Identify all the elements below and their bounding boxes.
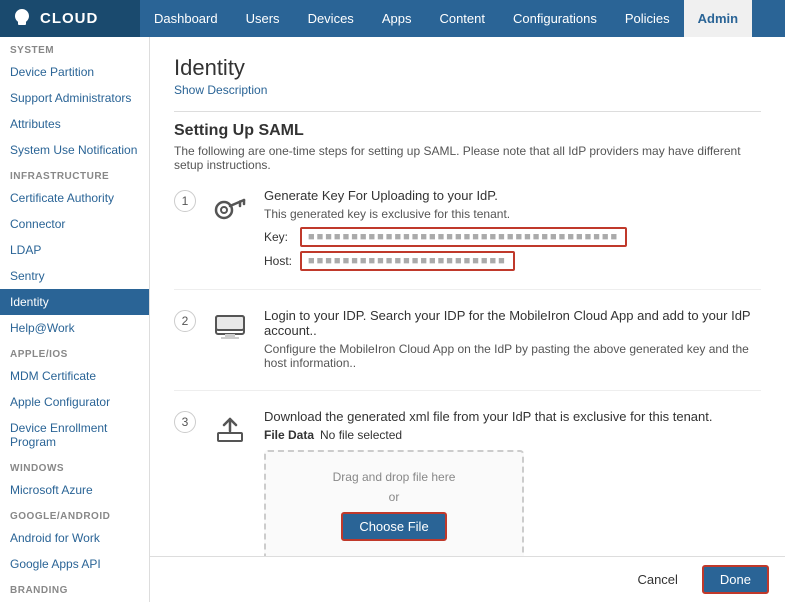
sidebar-item-connector[interactable]: Connector bbox=[0, 211, 149, 237]
nav-content[interactable]: Content bbox=[425, 0, 499, 37]
sidebar-item-certificate-authority[interactable]: Certificate Authority bbox=[0, 185, 149, 211]
sidebar-section-system: SYSTEM bbox=[0, 37, 149, 59]
drop-zone[interactable]: Drag and drop file here or Choose File bbox=[264, 450, 524, 561]
main-layout: SYSTEM Device Partition Support Administ… bbox=[0, 37, 785, 602]
step-1-row: 1 Generate Key For Uploading to your IdP… bbox=[174, 188, 761, 290]
sidebar-item-ldap[interactable]: LDAP bbox=[0, 237, 149, 263]
content-area: Identity Show Description Setting Up SAM… bbox=[150, 37, 785, 602]
sidebar-item-helpatwork[interactable]: Help@Work bbox=[0, 315, 149, 341]
monitor-icon bbox=[212, 310, 248, 346]
sidebar-section-apple: APPLE/IOS bbox=[0, 341, 149, 363]
section-title: Setting Up SAML bbox=[174, 122, 761, 140]
sidebar-item-mdm-certificate[interactable]: MDM Certificate bbox=[0, 363, 149, 389]
section-divider bbox=[174, 111, 761, 112]
sidebar-item-identity[interactable]: Identity bbox=[0, 289, 149, 315]
host-label: Host: bbox=[264, 254, 296, 268]
nav-dashboard[interactable]: Dashboard bbox=[140, 0, 232, 37]
step-2-icon bbox=[210, 310, 250, 346]
key-field-row: Key: ■■■■■■■■■■■■■■■■■■■■■■■■■■■■■■■■■■■… bbox=[264, 227, 761, 247]
nav-devices[interactable]: Devices bbox=[294, 0, 368, 37]
nav-items: Dashboard Users Devices Apps Content Con… bbox=[140, 0, 785, 37]
key-icon bbox=[212, 190, 248, 226]
host-value[interactable]: ■■■■■■■■■■■■■■■■■■■■■■■ bbox=[300, 251, 515, 271]
step-1-content: Generate Key For Uploading to your IdP. … bbox=[264, 188, 761, 275]
page-title: Identity bbox=[174, 55, 761, 81]
step-2-number: 2 bbox=[174, 310, 196, 332]
sidebar-item-system-notification[interactable]: System Use Notification bbox=[0, 137, 149, 163]
file-data-value: No file selected bbox=[320, 428, 402, 442]
sidebar-section-branding: BRANDING bbox=[0, 577, 149, 599]
step-1-icon bbox=[210, 190, 250, 226]
bottom-bar: Cancel Done bbox=[150, 556, 785, 602]
sidebar-section-google: GOOGLE/ANDROID bbox=[0, 503, 149, 525]
logo-area: CLOUD bbox=[0, 0, 140, 37]
sidebar-item-attributes[interactable]: Attributes bbox=[0, 111, 149, 137]
nav-configurations[interactable]: Configurations bbox=[499, 0, 611, 37]
sidebar-item-device-partition[interactable]: Device Partition bbox=[0, 59, 149, 85]
drop-zone-or: or bbox=[276, 490, 512, 504]
key-label: Key: bbox=[264, 230, 296, 244]
section-description: The following are one-time steps for set… bbox=[174, 144, 761, 172]
drop-zone-text: Drag and drop file here bbox=[276, 470, 512, 484]
sidebar-item-microsoft-azure[interactable]: Microsoft Azure bbox=[0, 477, 149, 503]
nav-admin[interactable]: Admin bbox=[684, 0, 752, 37]
sidebar-section-windows: WINDOWS bbox=[0, 455, 149, 477]
sidebar-item-apple-configurator[interactable]: Apple Configurator bbox=[0, 389, 149, 415]
step-1-title: Generate Key For Uploading to your IdP. bbox=[264, 188, 761, 203]
top-navigation: CLOUD Dashboard Users Devices Apps Conte… bbox=[0, 0, 785, 37]
step-2-subtitle: Configure the MobileIron Cloud App on th… bbox=[264, 342, 761, 370]
logo-text: CLOUD bbox=[40, 10, 98, 27]
show-description-link[interactable]: Show Description bbox=[174, 83, 761, 97]
sidebar-item-google-apps[interactable]: Google Apps API bbox=[0, 551, 149, 577]
sidebar-section-infrastructure: INFRASTRUCTURE bbox=[0, 163, 149, 185]
sidebar-item-support-administrators[interactable]: Support Administrators bbox=[0, 85, 149, 111]
file-data-row: File Data No file selected bbox=[264, 428, 761, 442]
step-3-title: Download the generated xml file from you… bbox=[264, 409, 761, 424]
key-value[interactable]: ■■■■■■■■■■■■■■■■■■■■■■■■■■■■■■■■■■■■ bbox=[300, 227, 627, 247]
nav-policies[interactable]: Policies bbox=[611, 0, 684, 37]
sidebar-item-android-work[interactable]: Android for Work bbox=[0, 525, 149, 551]
step-2-content: Login to your IDP. Search your IDP for t… bbox=[264, 308, 761, 376]
done-button[interactable]: Done bbox=[702, 565, 769, 594]
nav-users[interactable]: Users bbox=[232, 0, 294, 37]
step-2-row: 2 Login to your IDP. Search your IDP for… bbox=[174, 308, 761, 391]
sidebar: SYSTEM Device Partition Support Administ… bbox=[0, 37, 150, 602]
logo-icon bbox=[10, 7, 34, 31]
step-3-icon bbox=[210, 411, 250, 447]
file-data-label: File Data bbox=[264, 428, 314, 442]
sidebar-item-device-enrollment[interactable]: Device Enrollment Program bbox=[0, 415, 149, 455]
step-3-number: 3 bbox=[174, 411, 196, 433]
cancel-button[interactable]: Cancel bbox=[623, 567, 691, 592]
nav-apps[interactable]: Apps bbox=[368, 0, 426, 37]
step-1-number: 1 bbox=[174, 190, 196, 212]
step-1-subtitle: This generated key is exclusive for this… bbox=[264, 207, 761, 221]
host-field-row: Host: ■■■■■■■■■■■■■■■■■■■■■■■ bbox=[264, 251, 761, 271]
upload-icon bbox=[212, 411, 248, 447]
choose-file-button[interactable]: Choose File bbox=[341, 512, 446, 541]
step-2-title: Login to your IDP. Search your IDP for t… bbox=[264, 308, 761, 338]
sidebar-item-sentry[interactable]: Sentry bbox=[0, 263, 149, 289]
step-3-content: Download the generated xml file from you… bbox=[264, 409, 761, 579]
